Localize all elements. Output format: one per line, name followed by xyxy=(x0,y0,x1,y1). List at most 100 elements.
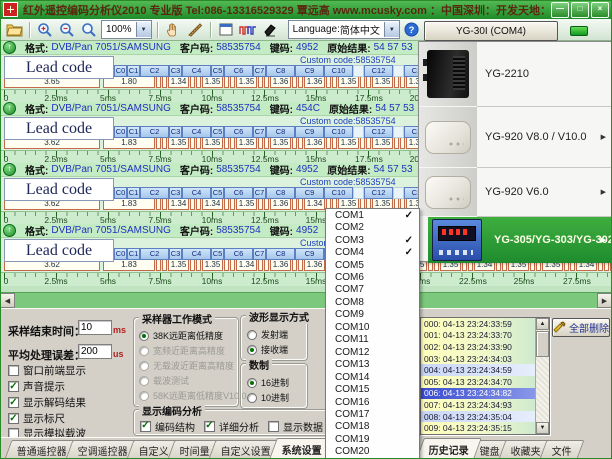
device-menu-item[interactable]: YG-305/YG-303/YG-302/YG-301▶ xyxy=(428,217,611,263)
com-menu-item[interactable]: COM4✓ xyxy=(326,246,419,258)
history-record-row[interactable]: 006: 04-13 23:24:34:82 xyxy=(421,388,535,400)
device-port-button[interactable]: YG-30I (COM4) xyxy=(424,21,558,41)
radio-option[interactable]: 发射端 xyxy=(247,327,307,342)
analysis-checkbox-0[interactable]: ✓编码结构 xyxy=(140,417,195,435)
custom-code-value: 58535754 xyxy=(356,116,396,126)
delete-all-button[interactable]: 全部删除 xyxy=(552,318,610,337)
chevron-down-icon[interactable]: ▼ xyxy=(384,22,399,37)
radio-option[interactable]: 10进制 xyxy=(247,390,307,405)
minimize-button[interactable]: — xyxy=(551,2,569,18)
field-label: 客户码: xyxy=(180,41,213,54)
hand-tool-icon[interactable] xyxy=(163,21,183,39)
maximize-button[interactable]: □ xyxy=(571,2,589,18)
history-record-row[interactable]: 002: 04-13 23:24:33:90 xyxy=(421,341,535,353)
radio-option[interactable]: 38K远距离低精度 xyxy=(139,328,238,343)
com-menu-item[interactable]: COM17 xyxy=(326,408,419,420)
zoom-in-icon[interactable] xyxy=(35,21,55,39)
checkbox-2[interactable]: ✓显示解码结果 xyxy=(8,395,86,410)
waveform-horizontal-scrollbar[interactable]: ◀▶ xyxy=(0,292,612,308)
history-record-row[interactable]: 005: 04-13 23:24:34:70 xyxy=(421,376,535,388)
up-circle-icon[interactable]: ↑ xyxy=(3,224,16,237)
com-menu-item[interactable]: COM12 xyxy=(326,346,419,358)
tab-label: 文件 xyxy=(552,443,572,458)
tab-文件[interactable]: 文件 xyxy=(540,440,585,459)
analysis-checkbox-1[interactable]: ✓详细分析 xyxy=(204,417,259,435)
lead-code-box: Lead code xyxy=(4,117,114,140)
radio-option[interactable]: 接收端 xyxy=(247,342,307,357)
com-menu-item[interactable]: COM3✓ xyxy=(326,234,419,246)
zoom-reset-icon[interactable] xyxy=(79,21,99,39)
device-menu-item[interactable]: YG-2210 xyxy=(419,42,611,106)
radio-option[interactable]: 16进制 xyxy=(247,375,307,390)
history-scroll-thumb[interactable] xyxy=(536,331,549,357)
measure-tool-icon[interactable] xyxy=(185,21,205,39)
com-menu-item[interactable]: COM14 xyxy=(326,371,419,383)
bit-cell: C9 xyxy=(295,126,324,138)
history-record-row[interactable]: 003: 04-13 23:24:34:03 xyxy=(421,353,535,365)
history-record-row[interactable]: 000: 04-13 23:24:33:59 xyxy=(421,318,535,330)
numeral-group: 数制 16进制10进制 xyxy=(240,363,308,409)
ruler-tick-label: 0 xyxy=(1,276,11,286)
com-menu-item[interactable]: COM11 xyxy=(326,334,419,346)
checkbox-3[interactable]: ✓显示标尺 xyxy=(8,411,65,426)
com-menu-item[interactable]: COM7 xyxy=(326,284,419,296)
analysis-checkbox-2[interactable]: 显示数据 xyxy=(268,417,323,435)
history-record-row[interactable]: 008: 04-13 23:24:35:04 xyxy=(421,411,535,423)
avg-error-input[interactable] xyxy=(78,344,112,359)
eraser-tool-icon[interactable] xyxy=(260,21,280,39)
bit-cell: C8 xyxy=(266,126,295,138)
com-menu-item[interactable]: COM15 xyxy=(326,383,419,395)
title-bar: 红外遥控编码分析仪2010 专业版 Tel:086-13316529329 覃远… xyxy=(0,0,612,19)
tab-历史记录[interactable]: 历史记录 xyxy=(416,438,482,459)
history-record-row[interactable]: 001: 04-13 23:24:33:70 xyxy=(421,330,535,342)
scroll-right-icon[interactable]: ▶ xyxy=(597,293,612,308)
bit-cell: C7 xyxy=(253,187,266,199)
com-menu-item[interactable]: COM18 xyxy=(326,421,419,433)
checkbox-1[interactable]: ✓声音提示 xyxy=(8,379,65,394)
com-menu-item[interactable]: COM10 xyxy=(326,321,419,333)
language-select[interactable]: Language:简体中文▼ xyxy=(288,20,400,39)
history-scroll-track[interactable] xyxy=(536,330,549,422)
device-menu-item[interactable]: YG-920 V8.0 / V10.0▶ xyxy=(419,107,611,167)
open-folder-icon[interactable] xyxy=(4,21,24,39)
waveform-view-icon[interactable] xyxy=(238,21,258,39)
check-icon: ✓ xyxy=(405,235,413,246)
sample-end-input[interactable] xyxy=(78,320,112,335)
bit-cell: C1 xyxy=(127,65,140,77)
up-circle-icon[interactable]: ↑ xyxy=(3,163,16,176)
com-menu-item[interactable]: COM16 xyxy=(326,396,419,408)
history-record-row[interactable]: 004: 04-13 23:24:34:59 xyxy=(421,364,535,376)
field-value: DVB/Pan 7051/SAMSUNG xyxy=(51,164,171,175)
device-menu-item[interactable]: YG-920 V6.0▶ xyxy=(419,168,611,216)
new-window-icon[interactable] xyxy=(216,21,236,39)
up-circle-icon[interactable]: ↑ xyxy=(3,102,16,115)
checkbox-0[interactable]: 窗口前端显示 xyxy=(8,363,86,378)
history-scrollbar[interactable]: ▲ ▼ xyxy=(535,318,549,434)
com-menu-item[interactable]: COM19 xyxy=(326,433,419,445)
history-record-row[interactable]: 009: 04-13 23:24:35:15 xyxy=(421,422,535,434)
zoom-out-icon[interactable] xyxy=(57,21,77,39)
app-icon xyxy=(3,2,18,17)
com-menu-item[interactable]: COM5 xyxy=(326,259,419,271)
scroll-left-icon[interactable]: ◀ xyxy=(0,293,15,308)
up-circle-icon[interactable]: ↑ xyxy=(3,41,16,54)
com-menu-item[interactable]: COM20 xyxy=(326,446,419,458)
close-button[interactable]: × xyxy=(591,2,609,18)
bit-cell: C1 xyxy=(127,126,140,138)
com-menu-item[interactable]: COM6 xyxy=(326,271,419,283)
com-item-label: COM17 xyxy=(335,409,369,420)
history-record-row[interactable]: 007: 04-13 23:24:34:93 xyxy=(421,399,535,411)
help-icon[interactable]: ? xyxy=(402,21,422,39)
com-menu-item[interactable]: COM2 xyxy=(326,221,419,233)
scroll-up-icon[interactable]: ▲ xyxy=(536,318,549,330)
com-item-label: COM15 xyxy=(335,384,369,395)
zoom-level-select[interactable]: 100%▼ xyxy=(101,20,152,39)
scroll-down-icon[interactable]: ▼ xyxy=(536,422,549,434)
com-menu-item[interactable]: COM13 xyxy=(326,358,419,370)
ruler-tick-label: 25ms xyxy=(511,276,537,286)
com-menu-item[interactable]: COM9 xyxy=(326,309,419,321)
com-menu-item[interactable]: COM8 xyxy=(326,296,419,308)
com-menu-item[interactable]: COM1✓ xyxy=(326,209,419,221)
custom-code-label: Custom code: xyxy=(300,177,356,187)
chevron-down-icon[interactable]: ▼ xyxy=(136,22,151,37)
